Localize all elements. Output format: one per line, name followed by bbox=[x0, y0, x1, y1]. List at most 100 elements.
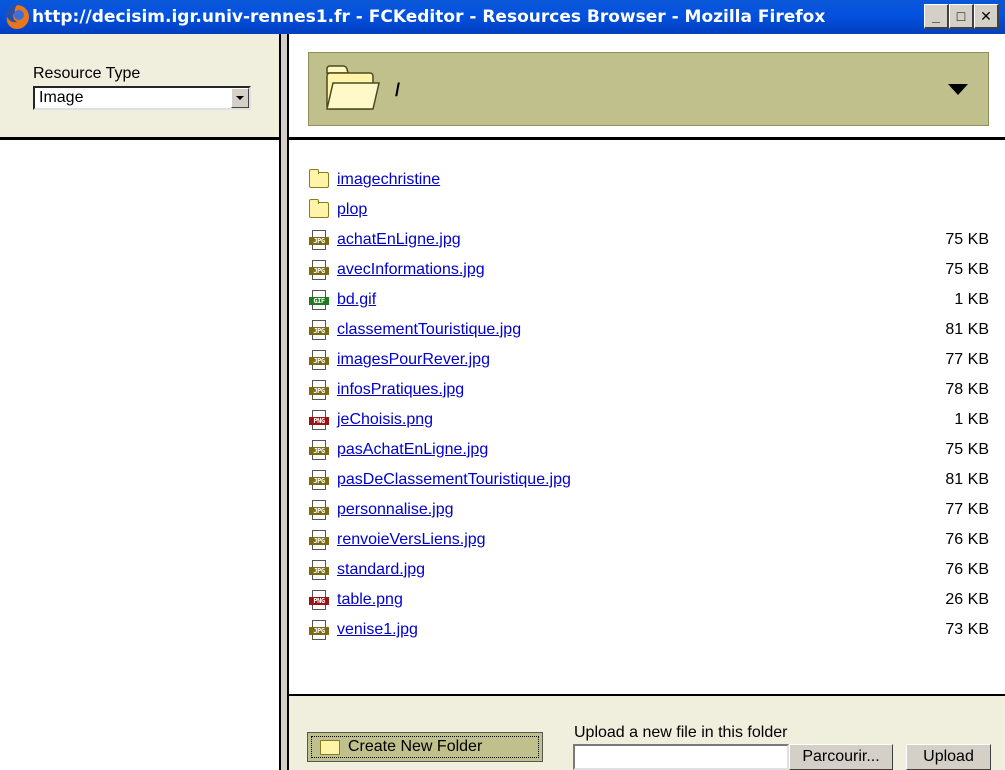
png-file-icon: PNG bbox=[309, 410, 329, 430]
file-row: JPG pasAchatEnLigne.jpg 75 KB bbox=[309, 435, 989, 465]
document-icon: JPG bbox=[309, 500, 329, 520]
file-row: JPG avecInformations.jpg 75 KB bbox=[309, 255, 989, 285]
resource-type-label: Resource Type bbox=[33, 65, 141, 82]
file-link[interactable]: standard.jpg bbox=[337, 561, 909, 579]
jpg-file-icon: JPG bbox=[309, 380, 329, 400]
document-icon: JPG bbox=[309, 620, 329, 640]
document-icon: JPG bbox=[309, 260, 329, 280]
create-new-folder-label: Create New Folder bbox=[348, 738, 483, 755]
file-type-tag: JPG bbox=[309, 477, 329, 485]
file-size: 78 KB bbox=[945, 381, 989, 398]
file-row: JPG achatEnLigne.jpg 75 KB bbox=[309, 225, 989, 255]
close-button[interactable]: ✕ bbox=[974, 4, 999, 29]
document-icon: JPG bbox=[309, 530, 329, 550]
resource-type-panel: Resource Type Image bbox=[0, 34, 279, 140]
document-icon: JPG bbox=[309, 560, 329, 580]
file-row: JPG standard.jpg 76 KB bbox=[309, 555, 989, 585]
jpg-file-icon: JPG bbox=[309, 350, 329, 370]
file-row: PNG table.png 26 KB bbox=[309, 585, 989, 615]
browse-button[interactable]: Parcourir... bbox=[789, 744, 893, 770]
file-type-tag: JPG bbox=[309, 537, 329, 545]
file-size: 26 KB bbox=[945, 591, 989, 608]
file-size: 1 KB bbox=[954, 411, 989, 428]
file-type-tag: JPG bbox=[309, 507, 329, 515]
folder-icon-shape bbox=[309, 199, 329, 218]
document-icon: JPG bbox=[309, 320, 329, 340]
file-type-tag: JPG bbox=[309, 267, 329, 275]
jpg-file-icon: JPG bbox=[309, 500, 329, 520]
file-row: JPG classementTouristique.jpg 81 KB bbox=[309, 315, 989, 345]
file-link[interactable]: avecInformations.jpg bbox=[337, 261, 909, 279]
minimize-button[interactable]: _ bbox=[924, 4, 949, 29]
upload-panel: Create New Folder Upload a new file in t… bbox=[289, 696, 1005, 770]
file-link[interactable]: table.png bbox=[337, 591, 909, 609]
file-type-tag: JPG bbox=[309, 567, 329, 575]
file-size: 81 KB bbox=[945, 321, 989, 338]
file-type-tag: GIF bbox=[309, 297, 329, 305]
file-type-tag: PNG bbox=[309, 417, 329, 425]
file-list: imagechristine plop JPG achatEnLigne.jpg 75 … bbox=[309, 165, 989, 645]
document-icon: PNG bbox=[309, 410, 329, 430]
file-row: JPG venise1.jpg 73 KB bbox=[309, 615, 989, 645]
folder-header: / bbox=[289, 34, 1005, 140]
maximize-button[interactable]: □ bbox=[949, 4, 974, 29]
folder-icon bbox=[320, 739, 340, 755]
folder-icon bbox=[309, 169, 329, 190]
folder-row: plop bbox=[309, 195, 989, 225]
file-link[interactable]: renvoieVersLiens.jpg bbox=[337, 531, 909, 549]
file-size: 76 KB bbox=[945, 561, 989, 578]
create-new-folder-button[interactable]: Create New Folder bbox=[307, 732, 543, 762]
document-icon: JPG bbox=[309, 380, 329, 400]
file-type-tag: JPG bbox=[309, 447, 329, 455]
file-size: 75 KB bbox=[945, 441, 989, 458]
file-size: 77 KB bbox=[945, 501, 989, 518]
file-row: PNG jeChoisis.png 1 KB bbox=[309, 405, 989, 435]
resource-type-select[interactable]: Image bbox=[33, 86, 251, 110]
file-link[interactable]: pasAchatEnLigne.jpg bbox=[337, 441, 909, 459]
file-size: 81 KB bbox=[945, 471, 989, 488]
jpg-file-icon: JPG bbox=[309, 470, 329, 490]
folder-icon bbox=[326, 65, 380, 110]
file-link[interactable]: bd.gif bbox=[337, 291, 909, 309]
document-icon: JPG bbox=[309, 230, 329, 250]
file-link[interactable]: infosPratiques.jpg bbox=[337, 381, 909, 399]
file-link[interactable]: imagesPourRever.jpg bbox=[337, 351, 909, 369]
folder-link[interactable]: imagechristine bbox=[337, 171, 909, 189]
firefox-icon bbox=[5, 5, 29, 29]
jpg-file-icon: JPG bbox=[309, 260, 329, 280]
file-link[interactable]: classementTouristique.jpg bbox=[337, 321, 909, 339]
file-type-tag: JPG bbox=[309, 237, 329, 245]
window-controls: _ □ ✕ bbox=[924, 4, 999, 29]
resource-type-dropdown-button[interactable] bbox=[231, 88, 249, 108]
jpg-file-icon: JPG bbox=[309, 230, 329, 250]
jpg-file-icon: JPG bbox=[309, 320, 329, 340]
folder-link[interactable]: plop bbox=[337, 201, 909, 219]
file-link[interactable]: achatEnLigne.jpg bbox=[337, 231, 909, 249]
file-link[interactable]: jeChoisis.png bbox=[337, 411, 909, 429]
file-link[interactable]: personnalise.jpg bbox=[337, 501, 909, 519]
file-size: 1 KB bbox=[954, 291, 989, 308]
window-title: http://decisim.igr.univ-rennes1.fr - FCK… bbox=[32, 7, 826, 27]
document-icon: JPG bbox=[309, 350, 329, 370]
jpg-file-icon: JPG bbox=[309, 560, 329, 580]
file-link[interactable]: venise1.jpg bbox=[337, 621, 909, 639]
document-icon: GIF bbox=[309, 290, 329, 310]
jpg-file-icon: JPG bbox=[309, 440, 329, 460]
current-path: / bbox=[395, 80, 401, 100]
file-size: 76 KB bbox=[945, 531, 989, 548]
file-size: 77 KB bbox=[945, 351, 989, 368]
file-link[interactable]: pasDeClassementTouristique.jpg bbox=[337, 471, 909, 489]
folder-row: imagechristine bbox=[309, 165, 989, 195]
file-type-tag: JPG bbox=[309, 327, 329, 335]
path-bar[interactable]: / bbox=[308, 52, 989, 126]
upload-button[interactable]: Upload bbox=[906, 744, 991, 770]
window-titlebar[interactable]: http://decisim.igr.univ-rennes1.fr - FCK… bbox=[0, 0, 1005, 34]
path-dropdown-icon[interactable] bbox=[948, 84, 968, 95]
frame-divider[interactable] bbox=[279, 34, 289, 770]
document-icon: JPG bbox=[309, 440, 329, 460]
upload-file-input[interactable] bbox=[573, 744, 789, 770]
upload-label: Upload a new file in this folder bbox=[574, 724, 788, 741]
file-type-tag: JPG bbox=[309, 387, 329, 395]
document-icon: PNG bbox=[309, 590, 329, 610]
file-type-tag: JPG bbox=[309, 357, 329, 365]
